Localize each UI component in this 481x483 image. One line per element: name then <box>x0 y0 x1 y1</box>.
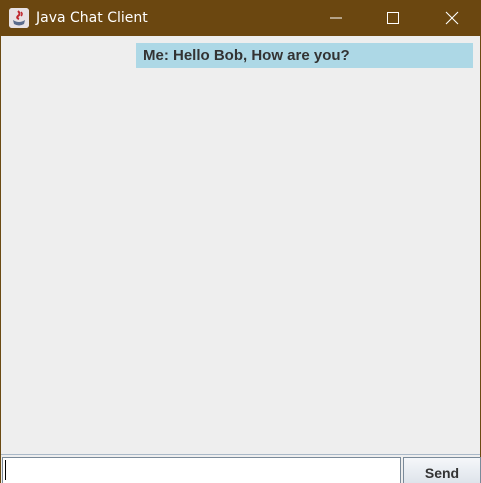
chat-window: Java Chat Client Me: Hello Bob, How are … <box>0 0 481 483</box>
window-title: Java Chat Client <box>36 10 148 26</box>
send-button-label: Send <box>424 465 460 481</box>
text-caret <box>5 460 6 480</box>
minimize-button[interactable] <box>313 0 359 36</box>
composer-bar: Send <box>1 455 481 483</box>
message-text: Me: Hello Bob, How are you? <box>143 47 350 64</box>
message-list[interactable]: Me: Hello Bob, How are you? <box>1 36 480 454</box>
close-icon <box>445 11 459 25</box>
maximize-button[interactable] <box>370 0 416 36</box>
chat-message: Me: Hello Bob, How are you? <box>136 43 473 68</box>
close-button[interactable] <box>429 0 475 36</box>
minimize-icon <box>330 17 342 19</box>
title-bar[interactable]: Java Chat Client <box>0 0 481 36</box>
maximize-icon <box>387 12 399 24</box>
java-cup-icon[interactable] <box>9 8 29 28</box>
send-button[interactable]: Send <box>403 457 481 483</box>
message-input[interactable] <box>2 457 401 483</box>
